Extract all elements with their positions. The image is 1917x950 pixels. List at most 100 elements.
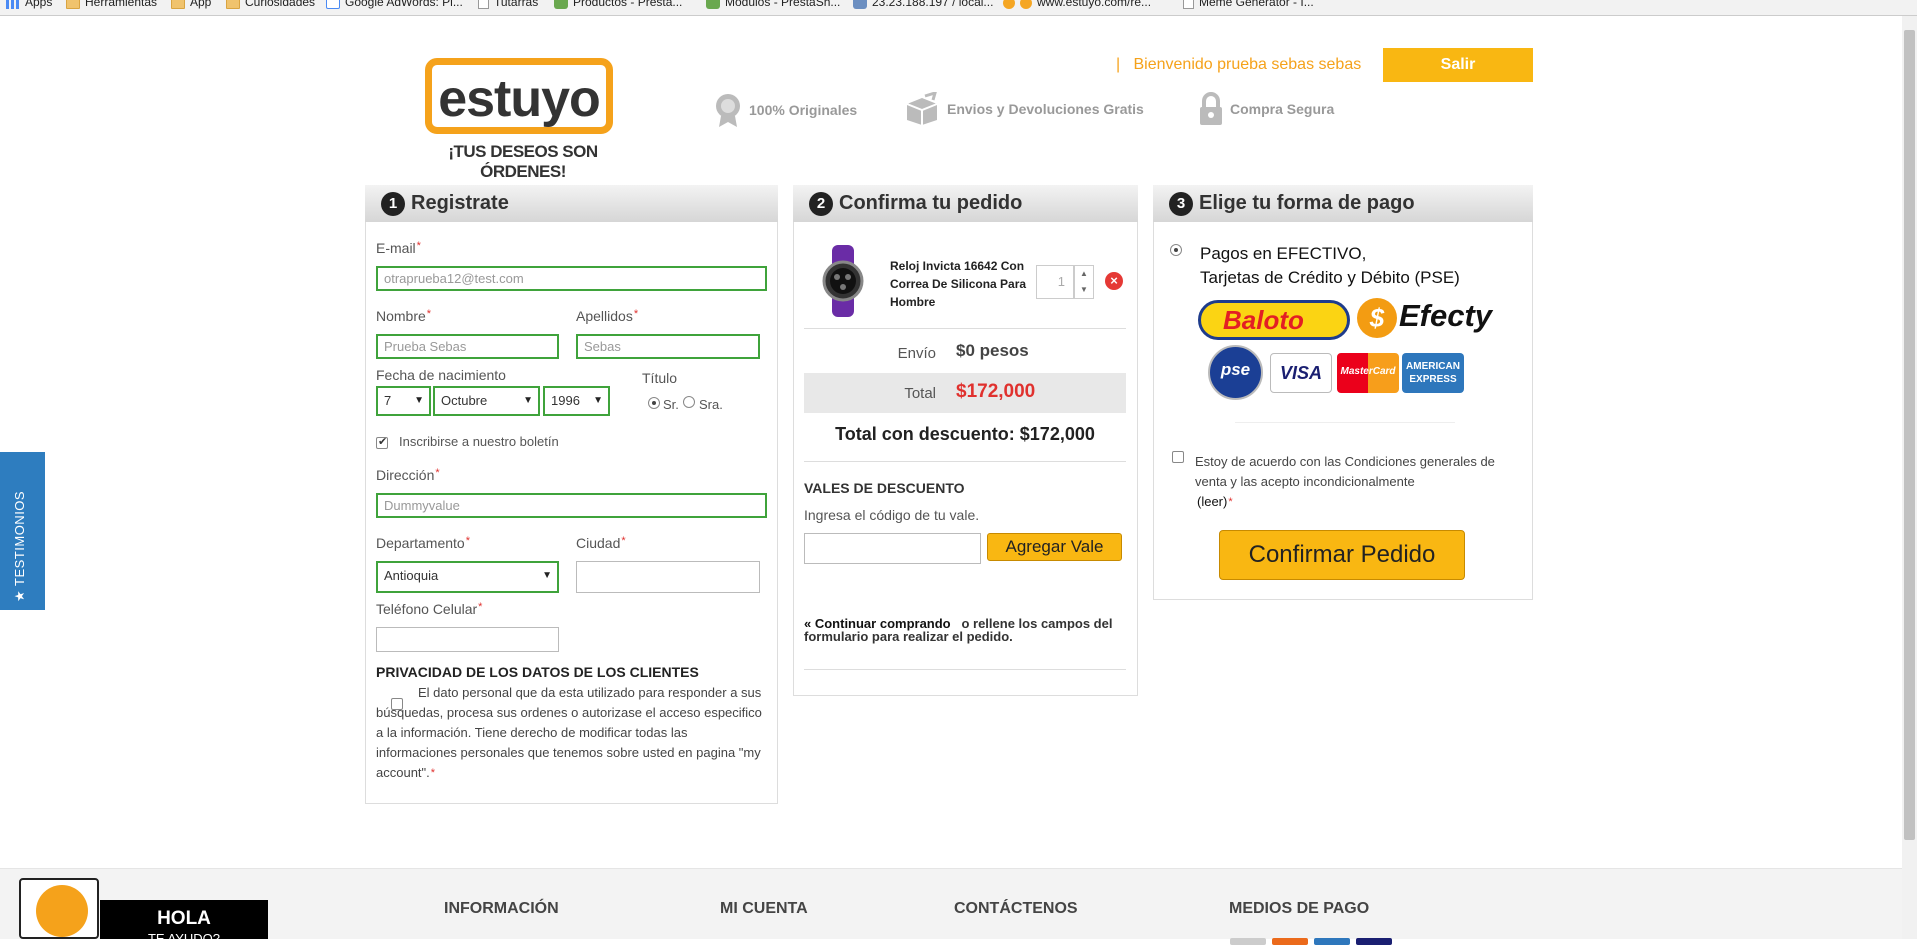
direccion-field[interactable]: Dummyvalue xyxy=(376,493,767,518)
email-field[interactable]: otraprueba12@test.com xyxy=(376,266,767,291)
payment-title: Elige tu forma de pago xyxy=(1199,192,1415,214)
product-name[interactable]: Reloj Invicta 16642 Con Correa De Silico… xyxy=(890,257,1030,311)
quantity-input[interactable]: 1 xyxy=(1036,265,1074,299)
logout-button[interactable]: Salir xyxy=(1383,48,1533,82)
remove-item-icon[interactable]: × xyxy=(1105,272,1123,290)
vales-subtitle: Ingresa el código de tu vale. xyxy=(804,507,980,523)
folder-icon xyxy=(226,0,240,9)
bookmark-estuyo[interactable]: www.estuyo.com/re... xyxy=(1003,0,1151,9)
confirm-order-button[interactable]: Confirmar Pedido xyxy=(1219,530,1465,580)
help-banner[interactable]: HOLA TE AYUDO? xyxy=(100,900,268,946)
testimonials-tab[interactable]: ★ TESTIMONIOS xyxy=(0,452,45,610)
pma-icon xyxy=(853,0,867,9)
bookmark-adwords[interactable]: Google AdWords: Pl... xyxy=(326,0,463,9)
folder-icon xyxy=(66,0,80,9)
feature-compra-segura: Compra Segura xyxy=(1198,92,1334,129)
google-icon xyxy=(326,0,340,9)
birth-month-select[interactable]: Octubre ▼ xyxy=(433,386,540,416)
puzzle-icon xyxy=(706,0,720,9)
divider xyxy=(804,669,1126,670)
departamento-select[interactable]: Antioquia ▼ xyxy=(376,561,559,593)
lock-icon xyxy=(1198,92,1224,129)
smiley-icon[interactable] xyxy=(36,885,88,937)
nombre-field[interactable]: Prueba Sebas xyxy=(376,334,559,359)
telefono-field[interactable] xyxy=(376,627,559,652)
visa-logo: VISA xyxy=(1270,353,1332,393)
increment-icon[interactable]: ▲ xyxy=(1075,266,1093,282)
quantity-stepper[interactable]: ▲ ▼ xyxy=(1074,265,1094,299)
titulo-sra-radio[interactable] xyxy=(683,396,695,408)
titulo-sr-radio[interactable] xyxy=(648,397,660,409)
total-label: Total xyxy=(904,385,936,402)
divider xyxy=(1235,422,1455,423)
site-logo[interactable]: estuyo xyxy=(425,58,613,134)
page-icon xyxy=(1183,0,1194,9)
payment-option-radio[interactable] xyxy=(1170,244,1182,256)
terms-checkbox[interactable] xyxy=(1172,451,1184,463)
newsletter-checkbox[interactable] xyxy=(376,435,388,449)
dropdown-arrow-icon: ▼ xyxy=(542,570,552,581)
logo-text: estuyo xyxy=(438,70,601,128)
dropdown-arrow-icon: ▼ xyxy=(414,395,424,406)
amex-logo: AMERICAN EXPRESS xyxy=(1402,353,1464,393)
page-icon xyxy=(478,0,489,9)
privacy-text: El dato personal que da esta utilizado p… xyxy=(376,685,762,780)
nombre-label: Nombre* xyxy=(376,308,432,324)
apellidos-label: Apellidos* xyxy=(576,308,639,324)
footer-informacion: INFORMACIÓN xyxy=(444,900,559,917)
apellidos-field[interactable]: Sebas xyxy=(576,334,760,359)
bookmark-curiosidades[interactable]: Curiosidades xyxy=(226,0,315,9)
envio-value: $0 pesos xyxy=(956,341,1029,360)
payment-option-label[interactable]: Pagos en EFECTIVO, Tarjetas de Crédito y … xyxy=(1200,242,1460,290)
payment-header: 3 Elige tu forma de pago xyxy=(1153,185,1533,222)
bookmark-app[interactable]: App xyxy=(171,0,211,9)
bookmark-productos[interactable]: Productos - Presta... xyxy=(554,0,682,9)
pse-logo: pse xyxy=(1208,345,1263,400)
titulo-sra-label: Sra. xyxy=(699,397,723,412)
add-voucher-button[interactable]: Agregar Vale xyxy=(987,533,1122,561)
titulo-sr-label: Sr. xyxy=(663,397,679,412)
product-watch-image[interactable] xyxy=(817,245,869,317)
footer-contactenos: CONTÁCTENOS xyxy=(954,900,1078,917)
efecty-logo: $ Efecty xyxy=(1357,298,1492,338)
feature-envios: Envios y Devoluciones Gratis xyxy=(903,90,1144,129)
mastercard-logo: MasterCard xyxy=(1337,353,1399,393)
decrement-icon[interactable]: ▼ xyxy=(1075,282,1093,298)
envio-label: Envío xyxy=(897,345,936,362)
bookmark-phpmyadmin[interactable]: 23.23.188.197 / local... xyxy=(853,0,993,9)
privacy-title: PRIVACIDAD DE LOS DATOS DE LOS CLIENTES xyxy=(376,664,699,680)
step-number: 1 xyxy=(381,192,405,216)
newsletter-label: Inscribirse a nuestro boletín xyxy=(399,434,559,449)
birth-day-select[interactable]: 7 ▼ xyxy=(376,386,431,416)
estuyo-icon xyxy=(1020,0,1032,9)
register-title: Registrate xyxy=(411,192,509,214)
voucher-input[interactable] xyxy=(804,533,981,564)
bookmark-modulos[interactable]: Módulos - PrestaSh... xyxy=(706,0,840,9)
bookmark-tutarras[interactable]: Tutarras xyxy=(478,0,538,9)
apps-grid-icon xyxy=(6,0,20,9)
step-number: 2 xyxy=(809,192,833,216)
birth-year-select[interactable]: 1996 ▼ xyxy=(543,386,610,416)
titulo-label: Título xyxy=(642,370,678,386)
scrollbar-thumb[interactable] xyxy=(1904,30,1915,840)
grand-total: Total con descuento: $172,000 xyxy=(835,424,1095,444)
footer xyxy=(0,868,1902,939)
terms-read-link[interactable]: (leer) xyxy=(1197,494,1227,509)
divider xyxy=(804,328,1126,329)
vales-title: VALES DE DESCUENTO xyxy=(804,480,965,496)
envio-row: Envío $0 pesos xyxy=(804,333,1126,373)
bookmark-meme-generator[interactable]: Meme Generator - I... xyxy=(1183,0,1314,9)
telefono-label: Teléfono Celular* xyxy=(376,601,483,617)
bookmark-herramientas[interactable]: Herramientas xyxy=(66,0,157,9)
departamento-label: Departamento* xyxy=(376,535,470,551)
step-number: 3 xyxy=(1169,192,1193,216)
dollar-coin-icon: $ xyxy=(1357,298,1397,338)
puzzle-icon xyxy=(554,0,568,9)
box-icon xyxy=(903,90,941,129)
register-header: 1 Registrate xyxy=(365,185,778,222)
feature-originales: 100% Originales xyxy=(713,92,857,131)
ciudad-field[interactable] xyxy=(576,561,760,593)
bookmark-apps[interactable]: Apps xyxy=(6,0,52,9)
footer-card-logos xyxy=(1230,932,1470,945)
continue-text: « Continuar comprando o rellene los camp… xyxy=(804,616,1113,644)
